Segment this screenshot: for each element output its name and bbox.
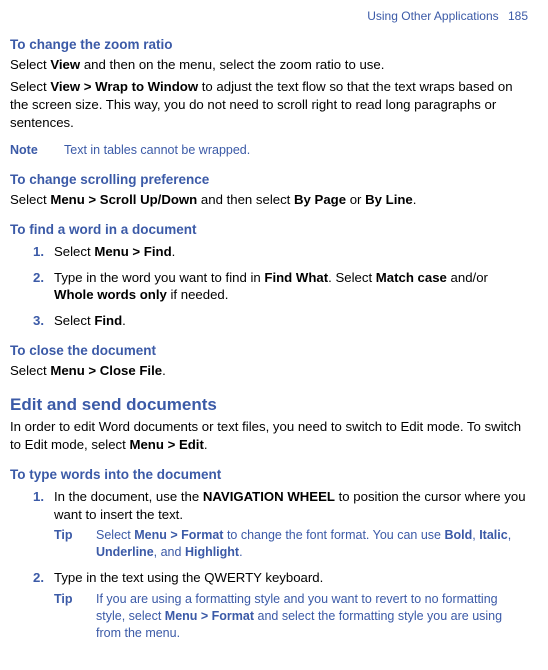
heading-type-words: To type words into the document xyxy=(10,466,528,484)
page-number: 185 xyxy=(508,9,528,23)
heading-scroll-pref: To change scrolling preference xyxy=(10,171,528,189)
find-step-2: 2. Type in the word you want to find in … xyxy=(28,269,528,305)
scroll-p: Select Menu > Scroll Up/Down and then se… xyxy=(10,191,528,209)
zoom-p2: Select View > Wrap to Window to adjust t… xyxy=(10,78,528,131)
zoom-note: Note Text in tables cannot be wrapped. xyxy=(10,142,528,159)
running-head: Using Other Applications 185 xyxy=(10,8,528,24)
edit-p: In order to edit Word documents or text … xyxy=(10,418,528,454)
heading-zoom-ratio: To change the zoom ratio xyxy=(10,36,528,54)
heading-edit-send: Edit and send documents xyxy=(10,394,528,417)
close-p: Select Menu > Close File. xyxy=(10,362,528,380)
type-tip-1: Tip Select Menu > Format to change the f… xyxy=(54,527,528,561)
find-step-3: 3. Select Find. xyxy=(28,312,528,330)
zoom-p1: Select View and then on the menu, select… xyxy=(10,56,528,74)
running-head-text: Using Other Applications xyxy=(367,9,498,23)
find-steps: 1. Select Menu > Find. 2. Type in the wo… xyxy=(28,243,528,330)
note-text: Text in tables cannot be wrapped. xyxy=(64,142,250,159)
type-tip-2: Tip If you are using a formatting style … xyxy=(54,591,528,642)
note-label: Note xyxy=(10,142,44,159)
type-steps: 1. In the document, use the NAVIGATION W… xyxy=(28,488,528,642)
find-step-1: 1. Select Menu > Find. xyxy=(28,243,528,261)
type-step-1: 1. In the document, use the NAVIGATION W… xyxy=(28,488,528,561)
type-step-2: 2. Type in the text using the QWERTY key… xyxy=(28,569,528,641)
tip-label: Tip xyxy=(54,591,76,642)
heading-close-doc: To close the document xyxy=(10,342,528,360)
tip-label: Tip xyxy=(54,527,76,561)
heading-find-word: To find a word in a document xyxy=(10,221,528,239)
